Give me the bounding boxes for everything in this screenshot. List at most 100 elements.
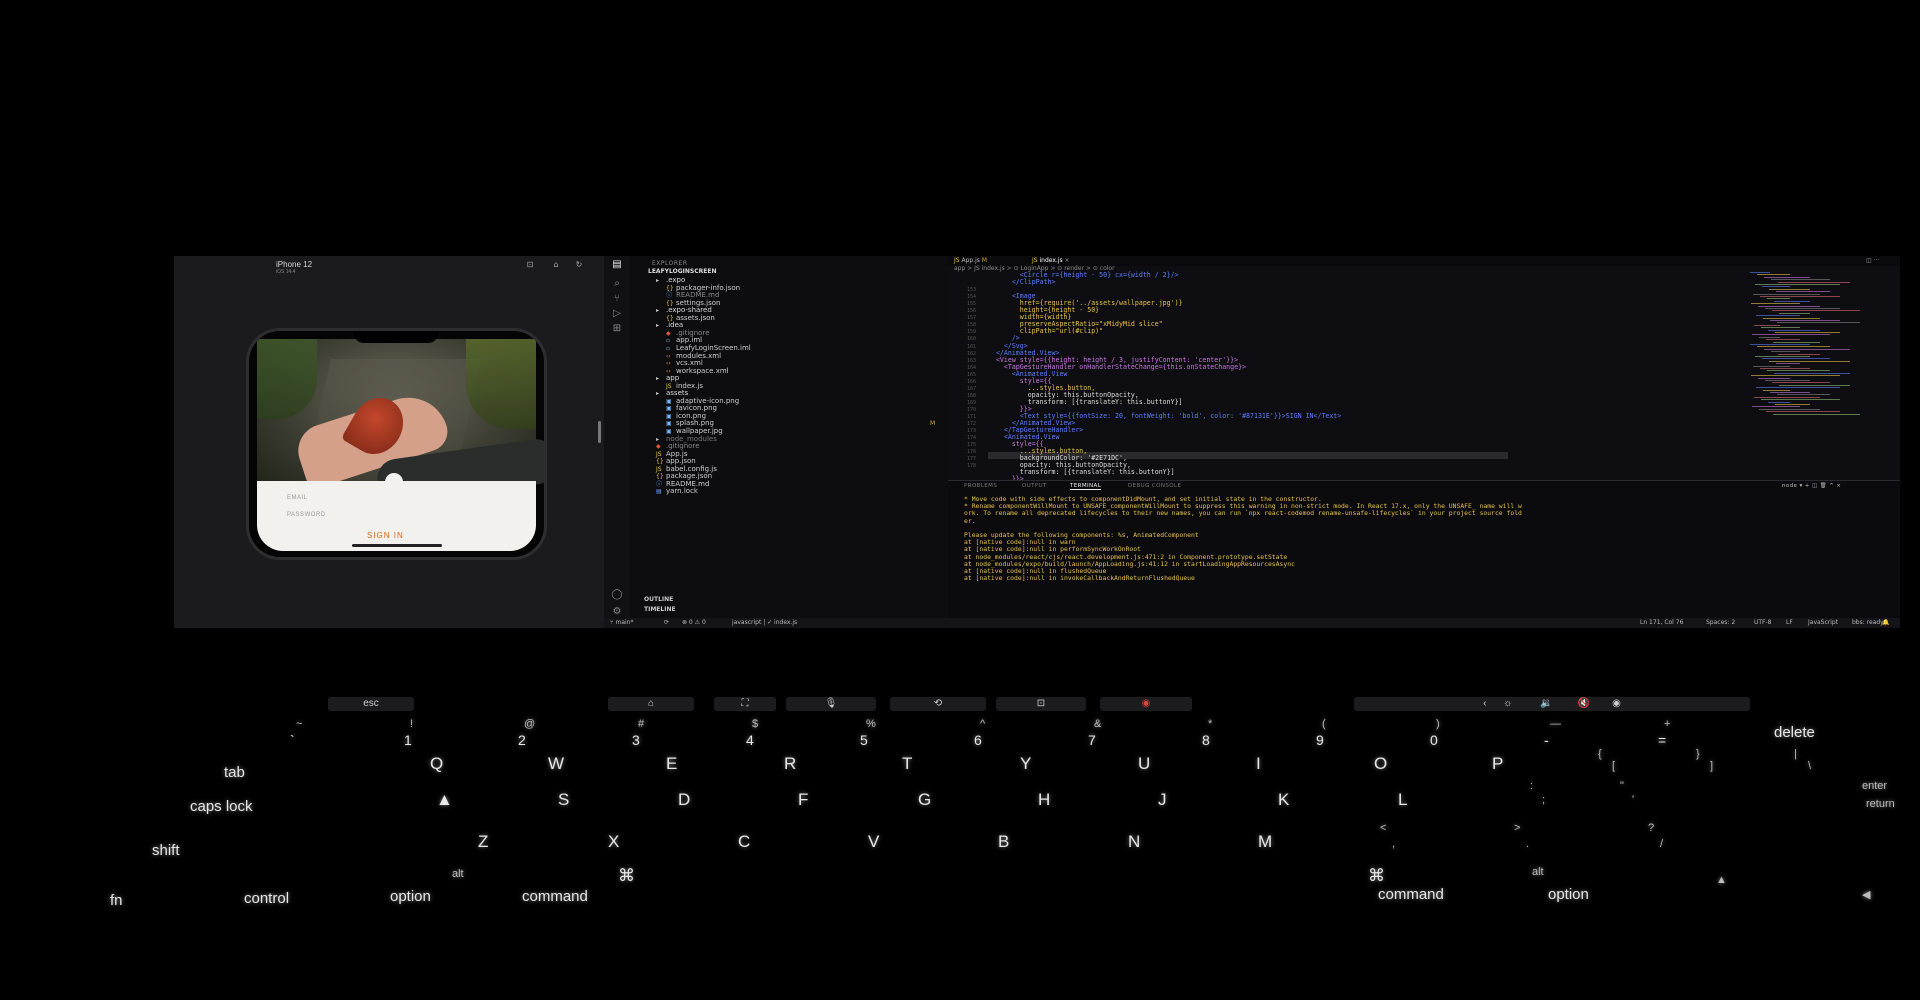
language-indicator[interactable]: javascript | ✓ index.js [732,619,797,626]
key-z[interactable]: Z [478,832,488,852]
code-area[interactable]: <Circle r={height - 50} cx={width / 2}/>… [948,272,1768,539]
tab-app-js[interactable]: JS App.js M [954,257,987,264]
key-0-top[interactable]: ~ [296,718,302,730]
key-m[interactable]: M [1258,832,1272,852]
command-key-left[interactable]: command [522,888,588,905]
option-key-right[interactable]: option [1548,886,1589,903]
language-mode[interactable]: JavaScript [1808,619,1838,626]
key-g[interactable]: G [918,790,931,810]
bracket-key[interactable]: ] [1710,760,1713,772]
touchbar-capture-icon[interactable]: ⛶ [714,697,776,711]
key-i[interactable]: I [1256,754,1261,774]
key-10[interactable]: 0 [1430,732,1438,748]
key-3[interactable]: 3 [632,732,640,748]
key-5[interactable]: 5 [860,732,868,748]
key-4-top[interactable]: $ [752,718,758,730]
key-s[interactable]: S [558,790,569,810]
shift-key[interactable]: shift [152,842,180,859]
arrow-right-key[interactable]: ◀ [1862,888,1870,901]
minimap[interactable] [1750,272,1870,422]
arrow-up-key[interactable]: ▲ [1716,874,1727,886]
source-control-icon[interactable]: ⑂ [609,293,625,307]
sign-in-button[interactable]: SIGN IN [367,531,404,540]
touchbar-screenshot-icon[interactable]: ⊡ [996,697,1086,711]
key-d[interactable]: D [678,790,690,810]
tab-debug-console[interactable]: DEBUG CONSOLE [1128,483,1181,489]
key-12-top[interactable]: + [1664,718,1670,730]
punct-key[interactable]: ' [1632,794,1634,806]
key-u[interactable]: U [1138,754,1150,774]
key-p[interactable]: P [1492,754,1503,774]
key-2-top[interactable]: @ [524,718,535,730]
bracket-key[interactable]: [ [1612,760,1615,772]
command-symbol-right[interactable]: ⌘ [1368,866,1385,886]
branch-indicator[interactable]: ⑂ main* [610,619,634,626]
touchbar-rotate-icon[interactable]: ⟲ [890,697,986,711]
punct-key-top[interactable]: ? [1648,822,1654,834]
option-key-left[interactable]: option [390,888,431,905]
punct-key[interactable]: ; [1542,794,1545,806]
key-2[interactable]: 2 [518,732,526,748]
home-icon[interactable]: ⌂ [549,260,563,270]
bracket-key-top[interactable]: { [1598,748,1602,760]
key-j[interactable]: J [1158,790,1167,810]
line-ending[interactable]: LF [1786,619,1793,626]
file-item[interactable]: ▤ yarn.lock [656,487,698,495]
punct-key[interactable]: . [1526,838,1529,850]
key-y[interactable]: Y [1020,754,1031,774]
key-11[interactable]: - [1544,732,1549,748]
key-w[interactable]: W [548,754,564,774]
key-11-top[interactable]: — [1550,718,1561,730]
bracket-key[interactable]: \ [1808,760,1811,772]
timeline-section[interactable]: TIMELINE [644,606,676,613]
tab-terminal[interactable]: TERMINAL [1070,483,1102,490]
rotate-icon[interactable]: ↻ [572,260,586,270]
bracket-key-top[interactable]: | [1794,748,1797,760]
key-f[interactable]: F [798,790,808,810]
delete-key[interactable]: delete [1774,724,1815,741]
key-a[interactable]: ▲ [436,790,453,810]
close-circle-button[interactable] [385,473,403,491]
indentation[interactable]: Spaces: 2 [1706,619,1735,626]
extensions-icon[interactable]: ⊞ [609,323,625,337]
key-n[interactable]: N [1128,832,1140,852]
key-e[interactable]: E [666,754,677,774]
key-o[interactable]: O [1374,754,1387,774]
key-1[interactable]: 1 [404,732,412,748]
key-3-top[interactable]: # [638,718,644,730]
esc-key[interactable]: esc [328,697,414,711]
punct-key-top[interactable]: < [1380,822,1386,834]
key-6-top[interactable]: ^ [980,718,985,730]
key-x[interactable]: X [608,832,619,852]
caps-lock-key[interactable]: caps lock [190,798,253,815]
key-10-top[interactable]: ) [1436,718,1440,730]
key-9[interactable]: 9 [1316,732,1324,748]
touchbar-home-icon[interactable]: ⌂ [608,697,694,711]
key-c[interactable]: C [738,832,750,852]
touchbar-record-icon[interactable]: ◉ [1100,697,1192,711]
key-0[interactable]: ` [290,732,295,748]
key-b[interactable]: B [998,832,1009,852]
enter-key[interactable]: enter [1862,780,1887,792]
key-l[interactable]: L [1398,790,1407,810]
key-h[interactable]: H [1038,790,1050,810]
split-editor-icon[interactable]: ◫ ··· [1866,257,1879,264]
key-9-top[interactable]: ( [1322,718,1326,730]
tab-key[interactable]: tab [224,764,245,781]
key-k[interactable]: K [1278,790,1289,810]
terminal-shell-select[interactable]: node ▾ + ◫ 🗑 ^ × [1782,483,1841,489]
problems-count[interactable]: ⊗ 0 ⚠ 0 [682,619,706,626]
search-icon[interactable]: ⌕ [609,278,625,292]
bracket-key-top[interactable]: } [1696,748,1700,760]
notifications-icon[interactable]: 🔔 [1882,619,1889,626]
run-debug-icon[interactable]: ▷ [609,308,625,322]
key-4[interactable]: 4 [746,732,754,748]
files-icon[interactable]: ▤ [609,259,625,273]
punct-key[interactable]: , [1392,838,1395,850]
tab-problems[interactable]: PROBLEMS [964,483,997,489]
alt-label-left[interactable]: alt [452,868,464,880]
command-key-right[interactable]: command [1378,886,1444,903]
key-1-top[interactable]: ! [410,718,413,730]
outline-section[interactable]: OUTLINE [644,596,673,603]
tab-output[interactable]: OUTPUT [1022,483,1047,489]
